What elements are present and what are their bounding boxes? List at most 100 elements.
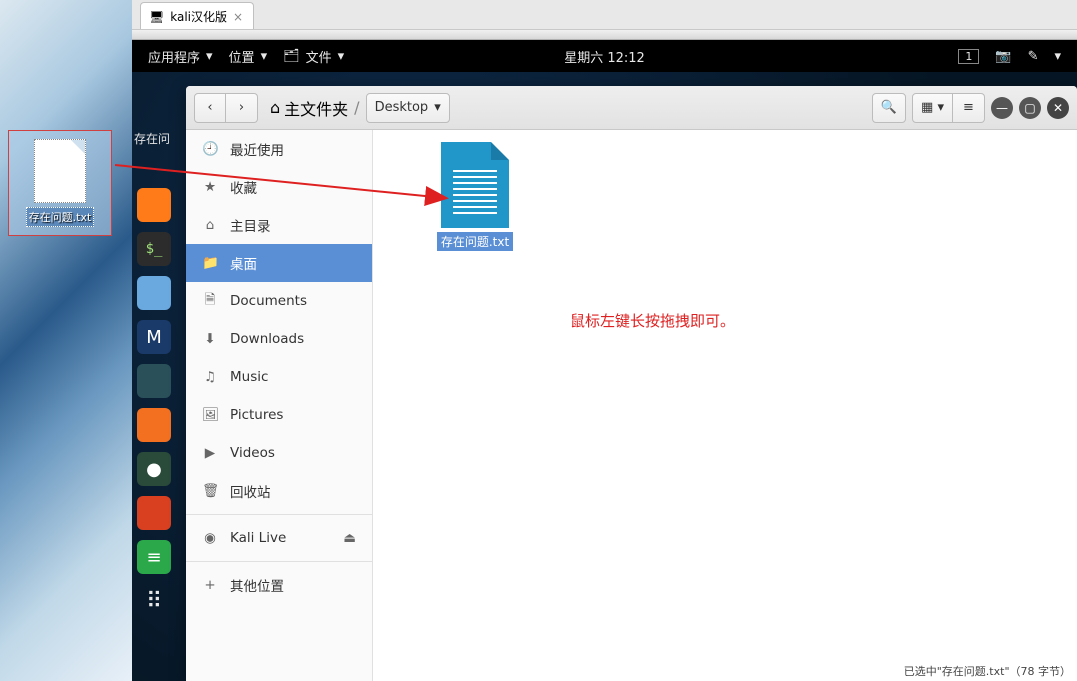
document-icon (441, 142, 509, 228)
sidebar-item-pictures[interactable]: 🖼 Pictures (186, 396, 372, 434)
close-button[interactable]: ✕ (1047, 97, 1069, 119)
sidebar-item-other[interactable]: + 其他位置 (186, 566, 372, 604)
back-button[interactable]: ‹ (194, 93, 226, 123)
sidebar-item-label: 最近使用 (230, 139, 284, 159)
path-separator: / (354, 98, 359, 117)
videos-icon: ▶ (202, 445, 218, 461)
host-desktop-file[interactable]: 存在问题.txt (8, 130, 112, 236)
sidebar-item-label: 其他位置 (230, 575, 284, 595)
sidebar-item-label: 主目录 (230, 215, 271, 235)
breadcrumb-desktop[interactable]: Desktop ▾ (366, 93, 450, 123)
music-icon: ♫ (202, 369, 218, 385)
files-icon: 🗂 (283, 49, 300, 64)
sidebar-item-trash[interactable]: 🗑 回收站 (186, 472, 372, 510)
forward-button[interactable]: › (226, 93, 258, 123)
sidebar-item-label: Videos (230, 445, 275, 461)
pictures-icon: 🖼 (202, 407, 218, 423)
dock-firefox[interactable] (137, 188, 171, 222)
sidebar-item-home[interactable]: ⌂ 主目录 (186, 206, 372, 244)
dock-apps-grid[interactable]: ⠿ (137, 584, 171, 618)
starred-icon: ★ (202, 179, 218, 195)
power-menu[interactable]: ▾ (1046, 40, 1069, 72)
kali-live-icon: ◉ (202, 530, 218, 546)
host-desktop-bg (0, 0, 132, 681)
sidebar-item-desktop[interactable]: 📁 桌面 (186, 244, 372, 282)
breadcrumb-home[interactable]: 主文件夹 (284, 96, 348, 120)
maximize-button[interactable]: ▢ (1019, 97, 1041, 119)
nautilus-content[interactable]: 存在问题.txt 已选中"存在问题.txt"（78 字节） (373, 130, 1077, 681)
close-icon[interactable]: × (233, 10, 243, 24)
sidebar-divider (186, 514, 372, 515)
file-icon (34, 139, 86, 203)
home-icon: ⌂ (202, 217, 218, 233)
guest-desktop-file-label: 存在问 (134, 130, 170, 147)
file-item[interactable]: 存在问题.txt (429, 142, 521, 251)
chevron-down-icon: ▾ (434, 100, 441, 115)
dock-team[interactable] (137, 364, 171, 398)
workspace-number: 1 (958, 49, 979, 64)
sidebar-item-recent[interactable]: 🕘 最近使用 (186, 130, 372, 168)
breadcrumb: ⌂ 主文件夹 / Desktop ▾ (270, 93, 450, 123)
sidebar-item-starred[interactable]: ★ 收藏 (186, 168, 372, 206)
nautilus-header: ‹ › ⌂ 主文件夹 / Desktop ▾ 🔍 ▦ ▾ ≡ — ▢ ✕ (186, 86, 1077, 130)
applications-menu[interactable]: 应用程序 ▾ (140, 40, 221, 72)
sidebar-item-downloads[interactable]: ⬇ Downloads (186, 320, 372, 358)
breadcrumb-segment-label: Desktop (375, 100, 429, 115)
sidebar-item-videos[interactable]: ▶ Videos (186, 434, 372, 472)
desktop-icon: 📁 (202, 255, 218, 271)
sidebar-item-label: 回收站 (230, 481, 271, 501)
host-file-label: 存在问题.txt (26, 207, 95, 227)
dock-script[interactable] (137, 496, 171, 530)
documents-icon: 🗎 (202, 290, 218, 313)
eyedropper-tray-icon[interactable]: ✎ (1020, 40, 1047, 72)
minimize-button[interactable]: — (991, 97, 1013, 119)
camera-tray-icon[interactable]: 📷 (987, 40, 1019, 72)
sidebar-item-label: Pictures (230, 407, 283, 423)
nautilus-sidebar: 🕘 最近使用 ★ 收藏 ⌂ 主目录 📁 桌面 🗎Documents ⬇ Downloads ♫ Musi… (186, 130, 373, 681)
chevron-down-icon: ▾ (261, 49, 268, 64)
file-name-label: 存在问题.txt (437, 232, 513, 251)
sidebar-item-kali-live[interactable]: ◉ Kali Live ⏏ (186, 519, 372, 557)
sidebar-item-label: 桌面 (230, 253, 257, 273)
downloads-icon: ⬇ (202, 331, 218, 347)
chevron-down-icon: ▾ (338, 49, 345, 64)
dock-files[interactable] (137, 276, 171, 310)
home-icon: ⌂ (270, 98, 280, 117)
workspace-indicator[interactable]: 1 (950, 40, 987, 72)
sidebar-item-documents[interactable]: 🗎Documents (186, 282, 372, 320)
places-label: 位置 (229, 47, 255, 66)
vm-ruler (132, 30, 1077, 40)
vm-tab-bar: 🖥 kali汉化版 × (132, 0, 1077, 30)
sidebar-item-label: Music (230, 369, 268, 385)
chevron-down-icon: ▾ (206, 49, 213, 64)
sidebar-item-label: Downloads (230, 331, 304, 347)
dock-green[interactable]: ≡ (137, 540, 171, 574)
files-app-menu[interactable]: 🗂 文件 ▾ (275, 40, 352, 72)
sidebar-divider (186, 561, 372, 562)
annotation-text: 鼠标左键长按拖拽即可。 (570, 310, 735, 331)
eject-icon[interactable]: ⏏ (343, 530, 356, 546)
applications-label: 应用程序 (148, 47, 200, 66)
nautilus-window: ‹ › ⌂ 主文件夹 / Desktop ▾ 🔍 ▦ ▾ ≡ — ▢ ✕ 🕘 最近… (186, 86, 1077, 681)
vm-icon: 🖥 (149, 10, 164, 24)
places-menu[interactable]: 位置 ▾ (221, 40, 276, 72)
view-menu-button[interactable]: ≡ (953, 93, 985, 123)
clock[interactable]: 星期六 12:12 (564, 47, 645, 66)
recent-icon: 🕘 (202, 141, 218, 157)
view-toggle-button[interactable]: ▦ ▾ (912, 93, 953, 123)
dock-terminal[interactable]: $_ (137, 232, 171, 266)
dock-burp[interactable] (137, 408, 171, 442)
dock: $_ M ● ≡ ⠿ (132, 184, 176, 622)
search-button[interactable]: 🔍 (872, 93, 906, 123)
trash-icon: 🗑 (202, 483, 218, 499)
sidebar-item-music[interactable]: ♫ Music (186, 358, 372, 396)
sidebar-item-label: Kali Live (230, 530, 286, 546)
files-label: 文件 (306, 47, 332, 66)
gnome-top-bar: 应用程序 ▾ 位置 ▾ 🗂 文件 ▾ 星期六 12:12 1 📷 ✎ ▾ (132, 40, 1077, 72)
other-icon: + (202, 577, 218, 593)
status-bar: 已选中"存在问题.txt"（78 字节） (904, 663, 1071, 679)
vm-tab[interactable]: 🖥 kali汉化版 × (140, 2, 254, 29)
dock-misc[interactable]: ● (137, 452, 171, 486)
sidebar-item-label: 收藏 (230, 177, 257, 197)
dock-metasploit[interactable]: M (137, 320, 171, 354)
